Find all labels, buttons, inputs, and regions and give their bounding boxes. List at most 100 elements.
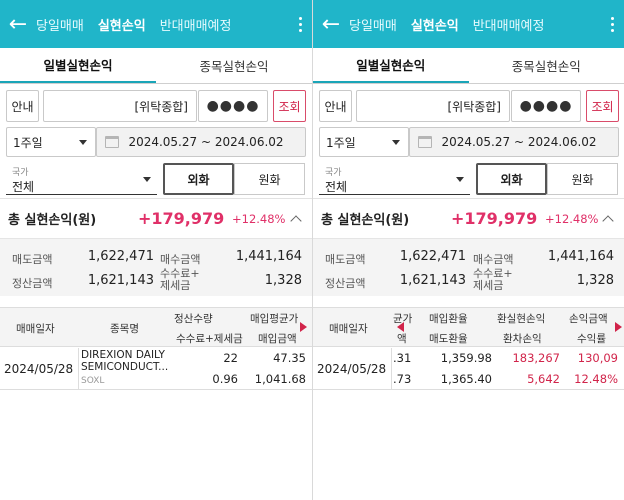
right-screen: ← 당일매매 실현손익 반대매매예정 일별실현손익 종목실현손익 안내 [위탁종… xyxy=(312,0,624,500)
period-label: 1주일 xyxy=(326,135,356,150)
guide-button[interactable]: 안내 xyxy=(6,90,39,122)
col-trade-date: 매매일자 xyxy=(16,323,55,335)
row-settle-qty: 22 xyxy=(223,351,238,365)
dropdown-arrow-icon xyxy=(79,140,87,145)
query-button[interactable]: 조회 xyxy=(586,90,619,122)
col-amount-cut: 액 xyxy=(397,333,407,345)
summary-header[interactable]: 총 실현손익(원) +179,979 +12.48% xyxy=(313,199,624,239)
country-select[interactable]: 국가 전체 xyxy=(319,163,470,195)
date-range-field[interactable]: 2024.05.27 ~ 2024.06.02 xyxy=(409,127,619,157)
currency-foreign-button[interactable]: 외화 xyxy=(163,163,234,195)
date-range-field[interactable]: 2024.05.27 ~ 2024.06.02 xyxy=(96,127,306,157)
currency-foreign-button[interactable]: 외화 xyxy=(476,163,547,195)
col-fx-diff-pl: 환차손익 xyxy=(503,333,542,345)
fee-label-line2: 제세금 xyxy=(473,279,504,292)
tab-reverse-trade[interactable]: 반대매매예정 xyxy=(473,15,545,34)
currency-won-button[interactable]: 원화 xyxy=(547,163,618,195)
date-range-text: 2024.05.27 ~ 2024.06.02 xyxy=(128,135,284,149)
subtab-bar: 일별실현손익 종목실현손익 xyxy=(0,48,312,84)
scroll-right-icon[interactable] xyxy=(300,322,307,332)
row-avg-buy-price: 47.35 xyxy=(273,351,306,365)
more-vert-icon[interactable] xyxy=(600,0,624,48)
subtab-stock-pl[interactable]: 종목실현손익 xyxy=(156,48,312,83)
tab-today-trades[interactable]: 당일매매 xyxy=(349,15,397,34)
date-range-text: 2024.05.27 ~ 2024.06.02 xyxy=(441,135,597,149)
back-arrow-icon[interactable]: ← xyxy=(313,0,349,48)
col-buy-amount: 매입금액 xyxy=(258,333,297,345)
query-button[interactable]: 조회 xyxy=(273,90,306,122)
total-realized-amount: +179,979 xyxy=(451,209,538,228)
scroll-left-icon[interactable] xyxy=(397,322,404,332)
row-trade-date: 2024/05/28 xyxy=(317,362,387,376)
period-select[interactable]: 1주일 xyxy=(6,127,96,157)
row-fx-realized-pl: 183,267 xyxy=(512,351,560,365)
account-select[interactable]: [위탁종합] xyxy=(356,90,510,122)
fee-tax-label: 수수료+ 제세금 xyxy=(473,268,513,292)
settle-amount-value: 1,621,143 xyxy=(399,273,466,288)
sell-amount-value: 1,622,471 xyxy=(87,249,154,264)
password-field[interactable]: ●●●● xyxy=(198,90,268,122)
row-trade-date: 2024/05/28 xyxy=(4,362,74,376)
country-select[interactable]: 국가 전체 xyxy=(6,163,157,195)
currency-won-button[interactable]: 원화 xyxy=(234,163,305,195)
tab-realized-pl[interactable]: 실현손익 xyxy=(98,15,146,34)
fee-tax-value: 1,328 xyxy=(576,273,614,288)
tab-reverse-trade[interactable]: 반대매매예정 xyxy=(160,15,232,34)
calendar-icon xyxy=(418,136,432,148)
account-type-label: [위탁종합] xyxy=(447,99,501,114)
summary-title: 총 실현손익(원) xyxy=(321,213,410,228)
guide-button[interactable]: 안내 xyxy=(319,90,352,122)
col-fee-tax: 수수료+제세금 xyxy=(176,333,243,345)
country-caption: 국가 xyxy=(12,168,29,178)
currency-toggle: 외화 원화 xyxy=(163,163,305,195)
row-sell-fx-rate: 1,365.40 xyxy=(440,372,492,386)
account-select[interactable]: [위탁종합] xyxy=(43,90,197,122)
sell-amount-label: 매도금액 xyxy=(12,253,53,266)
subtab-daily-pl[interactable]: 일별실현손익 xyxy=(0,48,156,83)
col-fx-realized-pl: 환실현손익 xyxy=(497,313,546,325)
col-avg-buy-price: 매입평균가 xyxy=(250,313,299,325)
row-stock-name-line2: SEMICONDUCT... xyxy=(81,361,169,373)
back-arrow-icon[interactable]: ← xyxy=(0,0,36,48)
collapse-up-icon[interactable] xyxy=(602,215,614,227)
summary-header[interactable]: 총 실현손익(원) +179,979 +12.48% xyxy=(0,199,312,239)
fee-label-line2: 제세금 xyxy=(160,279,191,292)
summary-panel: 총 실현손익(원) +179,979 +12.48% 매도금액 1,622,47… xyxy=(313,198,624,296)
calendar-icon xyxy=(105,136,119,148)
col-buy-fx-rate: 매입환율 xyxy=(429,313,468,325)
country-value: 전체 xyxy=(12,180,35,194)
country-value: 전체 xyxy=(325,180,348,194)
country-caption: 국가 xyxy=(325,168,342,178)
subtab-stock-pl[interactable]: 종목실현손익 xyxy=(469,48,624,83)
col-stock-name: 종목명 xyxy=(110,323,139,335)
row-return-rate: 12.48% xyxy=(574,372,618,386)
more-vert-icon[interactable] xyxy=(288,0,312,48)
tab-realized-pl[interactable]: 실현손익 xyxy=(411,15,459,34)
period-label: 1주일 xyxy=(13,135,43,150)
period-select[interactable]: 1주일 xyxy=(319,127,409,157)
fee-tax-label: 수수료+ 제세금 xyxy=(160,268,200,292)
dropdown-arrow-icon xyxy=(456,177,464,182)
app-root: ← 당일매매 실현손익 반대매매예정 일별실현손익 종목실현손익 안내 [위탁종… xyxy=(0,0,624,500)
dropdown-arrow-icon xyxy=(392,140,400,145)
table-row[interactable]: 2024/05/28 .31 .73 1,359.98 1,365.40 183… xyxy=(313,348,624,390)
fee-tax-value: 1,328 xyxy=(264,273,302,288)
subtab-daily-pl[interactable]: 일별실현손익 xyxy=(313,48,469,83)
table-row[interactable]: 2024/05/28 DIREXION DAILY SEMICONDUCT...… xyxy=(0,348,312,390)
row-stock-name-line1: DIREXION DAILY xyxy=(81,349,165,361)
buy-amount-label: 매수금액 xyxy=(160,253,201,266)
collapse-up-icon[interactable] xyxy=(290,215,302,227)
sell-amount-value: 1,622,471 xyxy=(399,249,466,264)
tab-today-trades[interactable]: 당일매매 xyxy=(36,15,84,34)
sell-amount-label: 매도금액 xyxy=(325,253,366,266)
row-pl-amount: 130,09 xyxy=(577,351,618,365)
password-field[interactable]: ●●●● xyxy=(511,90,581,122)
table-header: 매매일자 종목명 정산수량 수수료+제세금 매입평균가 매입금액 xyxy=(0,307,312,347)
scroll-right-icon[interactable] xyxy=(615,322,622,332)
col-return-rate: 수익률 xyxy=(577,333,606,345)
left-screen: ← 당일매매 실현손익 반대매매예정 일별실현손익 종목실현손익 안내 [위탁종… xyxy=(0,0,312,500)
summary-title: 총 실현손익(원) xyxy=(8,213,97,228)
buy-amount-value: 1,441,164 xyxy=(235,249,302,264)
column-divider xyxy=(78,348,79,390)
settle-amount-value: 1,621,143 xyxy=(87,273,154,288)
